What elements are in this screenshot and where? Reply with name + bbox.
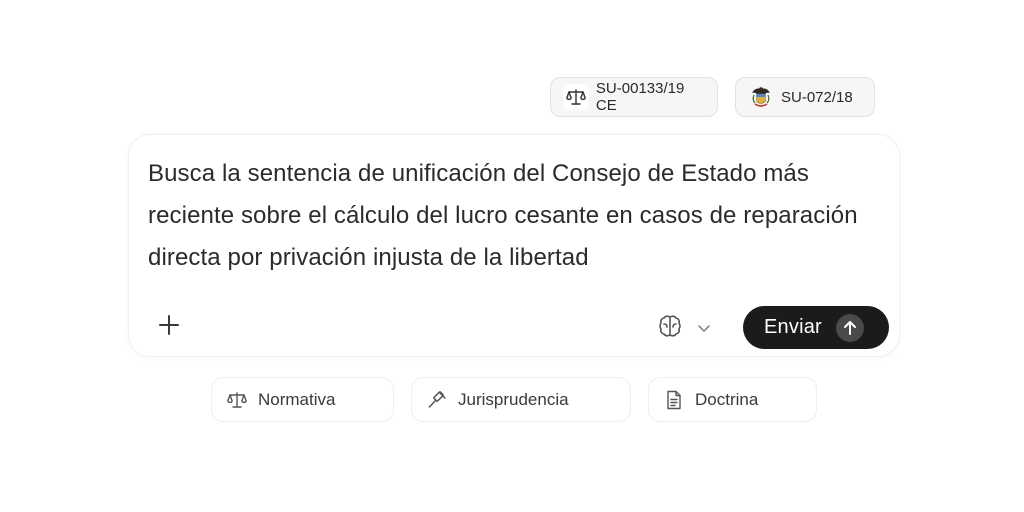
context-chip-label: SU-072/18 [781,88,853,106]
prompt-composer: Busca la sentencia de unificación del Co… [128,134,900,357]
quick-action-label: Normativa [258,389,336,409]
coat-of-arms-icon [748,84,774,110]
send-button[interactable]: Enviar [743,306,889,349]
context-chip-su-072[interactable]: SU-072/18 [735,77,875,117]
quick-actions: Normativa Jurisprudencia Doctrina [211,377,817,422]
send-button-label: Enviar [764,316,822,338]
chevron-down-icon [697,320,711,338]
quick-action-label: Doctrina [695,389,759,409]
context-chip-label: SU-00133/19 CE [595,80,685,114]
context-chip-su-00133[interactable]: SU-00133/19 CE [550,77,718,117]
quick-action-doctrina[interactable]: Doctrina [648,377,817,422]
document-icon [663,389,685,411]
gavel-icon [426,389,448,411]
page: SU-00133/19 CE SU-072/18 Busca la senten… [0,0,1024,512]
plus-icon [158,314,180,341]
quick-action-jurisprudencia[interactable]: Jurisprudencia [411,377,631,422]
prompt-input[interactable]: Busca la sentencia de unificación del Co… [148,153,888,279]
quick-action-label: Jurisprudencia [458,389,569,409]
context-chips: SU-00133/19 CE SU-072/18 [550,77,875,117]
scales-icon [563,84,589,110]
quick-action-normativa[interactable]: Normativa [211,377,394,422]
arrow-up-icon [835,313,864,342]
model-selector[interactable] [657,313,711,344]
scales-icon [226,389,248,411]
add-attachment-button[interactable] [153,311,185,343]
brain-icon [657,313,683,344]
